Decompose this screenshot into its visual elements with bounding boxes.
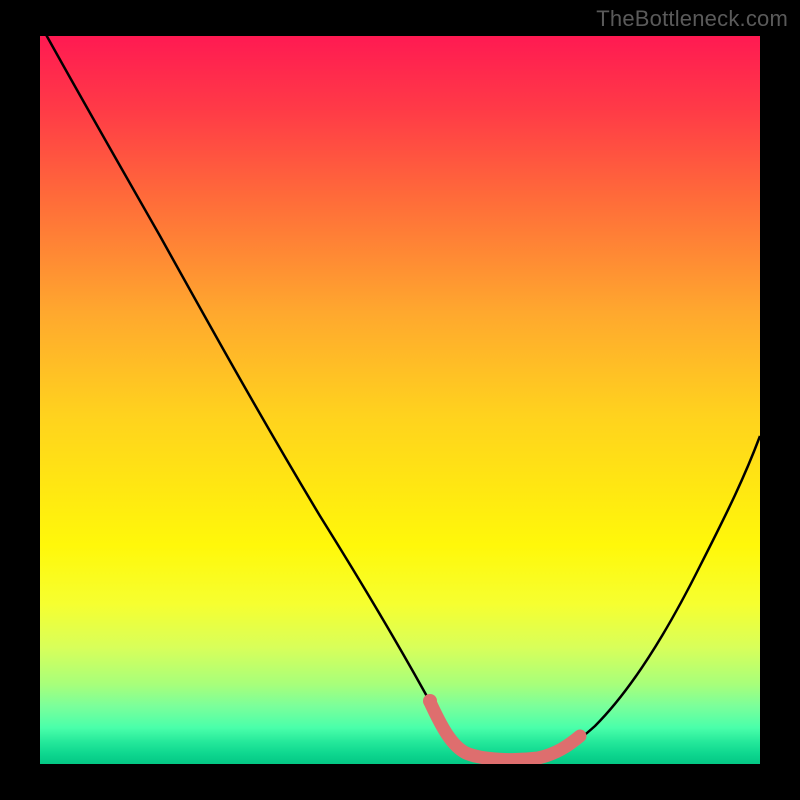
- plot-area: [40, 36, 760, 764]
- curve-svg: [40, 36, 760, 764]
- chart-container: TheBottleneck.com: [0, 0, 800, 800]
- bottleneck-curve-path: [44, 36, 760, 760]
- watermark-label: TheBottleneck.com: [596, 6, 788, 32]
- highlight-start-dot-icon: [423, 694, 437, 708]
- optimal-highlight-path: [430, 702, 580, 760]
